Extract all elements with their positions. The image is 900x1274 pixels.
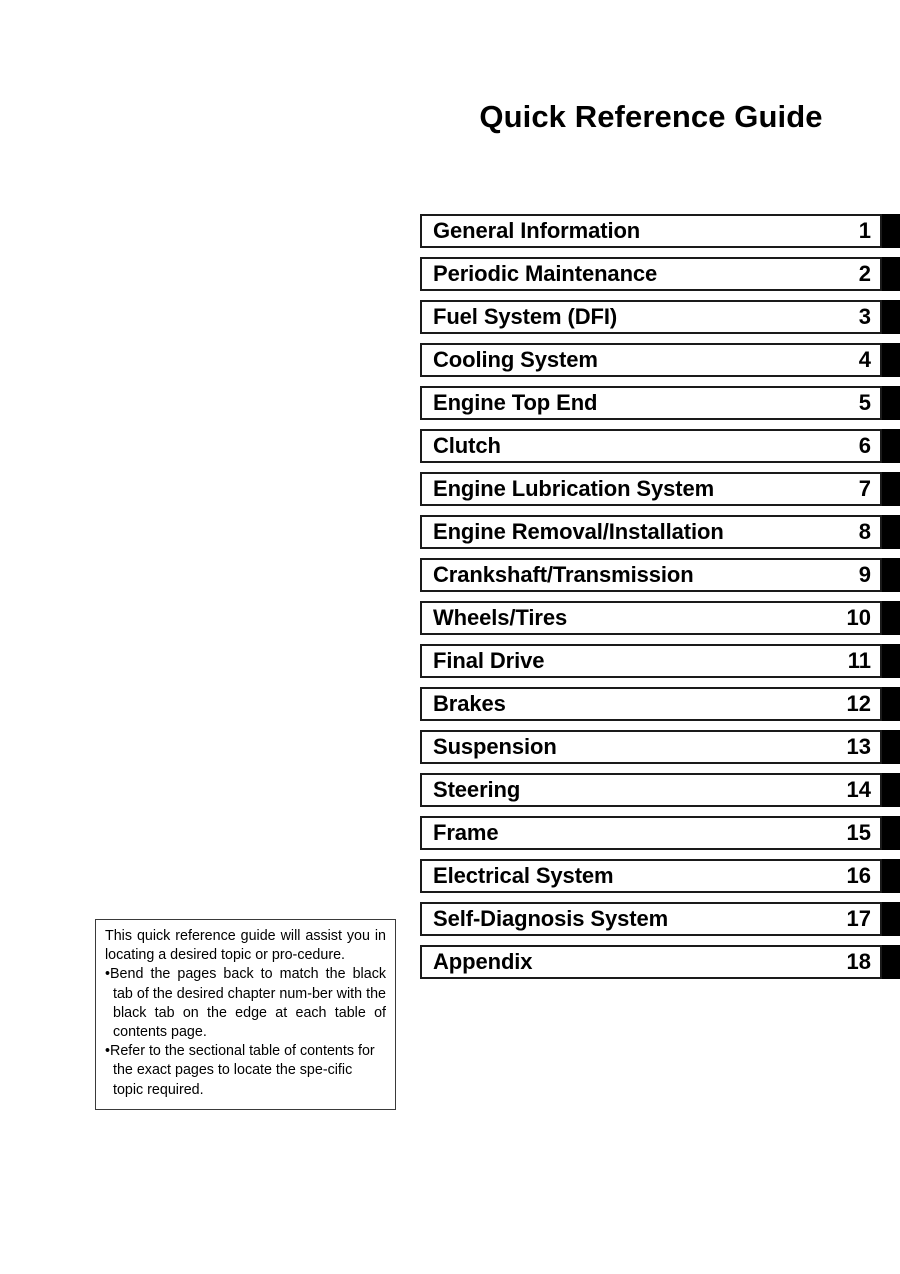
chapter-row[interactable]: Fuel System (DFI) 3 bbox=[420, 300, 900, 334]
chapter-entry[interactable]: Fuel System (DFI) 3 bbox=[420, 300, 882, 334]
chapter-entry[interactable]: Engine Top End 5 bbox=[420, 386, 882, 420]
chapter-row[interactable]: Cooling System 4 bbox=[420, 343, 900, 377]
note-bullet-text: Bend the pages back to match the black t… bbox=[110, 966, 386, 1041]
chapter-title: Clutch bbox=[433, 433, 501, 458]
chapter-row[interactable]: Clutch 6 bbox=[420, 429, 900, 463]
usage-note-box: This quick reference guide will assist y… bbox=[95, 919, 396, 1110]
chapter-title: Engine Lubrication System bbox=[433, 476, 715, 501]
chapter-black-tab bbox=[882, 644, 900, 678]
chapter-title: Brakes bbox=[433, 691, 506, 716]
chapter-number: 7 bbox=[858, 476, 871, 501]
chapter-black-tab bbox=[882, 257, 900, 291]
chapter-black-tab bbox=[882, 816, 900, 850]
chapter-title: Fuel System (DFI) bbox=[433, 304, 618, 329]
chapter-black-tab bbox=[882, 687, 900, 721]
chapter-black-tab bbox=[882, 515, 900, 549]
chapter-black-tab bbox=[882, 429, 900, 463]
chapter-entry[interactable]: Cooling System 4 bbox=[420, 343, 882, 377]
chapter-row[interactable]: Wheels/Tires 10 bbox=[420, 601, 900, 635]
chapter-row[interactable]: Suspension 13 bbox=[420, 730, 900, 764]
chapter-row[interactable]: Engine Lubrication System 7 bbox=[420, 472, 900, 506]
chapter-black-tab bbox=[882, 558, 900, 592]
chapter-number: 6 bbox=[858, 433, 871, 458]
chapter-row[interactable]: Final Drive 11 bbox=[420, 644, 900, 678]
chapter-black-tab bbox=[882, 945, 900, 979]
chapter-title: Engine Removal/Installation bbox=[433, 519, 724, 544]
note-bullet-text: Refer to the sectional table of contents… bbox=[110, 1043, 375, 1098]
chapter-entry[interactable]: Self-Diagnosis System 17 bbox=[420, 902, 882, 936]
chapter-entry[interactable]: Engine Lubrication System 7 bbox=[420, 472, 882, 506]
chapter-number: 4 bbox=[858, 347, 871, 372]
chapter-title: Crankshaft/Transmission bbox=[433, 562, 694, 587]
chapter-black-tab bbox=[882, 859, 900, 893]
chapter-number: 1 bbox=[858, 218, 871, 243]
chapter-entry[interactable]: Appendix 18 bbox=[420, 945, 882, 979]
chapter-entry[interactable]: Clutch 6 bbox=[420, 429, 882, 463]
note-bullet-item: •Bend the pages back to match the black … bbox=[105, 965, 386, 1042]
chapter-number: 11 bbox=[847, 648, 871, 673]
chapter-entry[interactable]: General Information 1 bbox=[420, 214, 882, 248]
chapter-row[interactable]: Crankshaft/Transmission 9 bbox=[420, 558, 900, 592]
chapter-black-tab bbox=[882, 386, 900, 420]
chapter-number: 2 bbox=[858, 261, 871, 286]
chapter-number: 14 bbox=[846, 777, 871, 802]
chapter-black-tab bbox=[882, 902, 900, 936]
chapter-title: Frame bbox=[433, 820, 499, 845]
chapter-black-tab bbox=[882, 300, 900, 334]
chapter-number: 5 bbox=[858, 390, 871, 415]
chapter-entry[interactable]: Wheels/Tires 10 bbox=[420, 601, 882, 635]
chapter-number: 13 bbox=[846, 734, 871, 759]
chapter-number: 15 bbox=[846, 820, 871, 845]
chapter-entry[interactable]: Brakes 12 bbox=[420, 687, 882, 721]
chapter-entry[interactable]: Steering 14 bbox=[420, 773, 882, 807]
chapter-number: 17 bbox=[846, 906, 871, 931]
chapter-entry[interactable]: Crankshaft/Transmission 9 bbox=[420, 558, 882, 592]
chapter-row[interactable]: General Information 1 bbox=[420, 214, 900, 248]
chapter-row[interactable]: Steering 14 bbox=[420, 773, 900, 807]
chapter-title: Engine Top End bbox=[433, 390, 598, 415]
chapter-row[interactable]: Electrical System 16 bbox=[420, 859, 900, 893]
chapter-entry[interactable]: Suspension 13 bbox=[420, 730, 882, 764]
chapter-title: Steering bbox=[433, 777, 521, 802]
chapter-title: Final Drive bbox=[433, 648, 545, 673]
note-bullet-item: •Refer to the sectional table of content… bbox=[105, 1042, 386, 1100]
chapter-entry[interactable]: Final Drive 11 bbox=[420, 644, 882, 678]
chapter-number: 18 bbox=[846, 949, 871, 974]
chapter-row[interactable]: Frame 15 bbox=[420, 816, 900, 850]
chapter-title: Electrical System bbox=[433, 863, 614, 888]
chapter-number: 10 bbox=[846, 605, 871, 630]
chapter-black-tab bbox=[882, 472, 900, 506]
note-intro-paragraph: This quick reference guide will assist y… bbox=[105, 928, 386, 964]
chapter-number: 9 bbox=[858, 562, 871, 587]
chapter-black-tab bbox=[882, 773, 900, 807]
chapter-number: 12 bbox=[846, 691, 871, 716]
chapter-title: Suspension bbox=[433, 734, 557, 759]
chapter-list: General Information 1 Periodic Maintenance… bbox=[420, 214, 900, 988]
chapter-row[interactable]: Self-Diagnosis System 17 bbox=[420, 902, 900, 936]
chapter-row[interactable]: Engine Removal/Installation 8 bbox=[420, 515, 900, 549]
chapter-title: General Information bbox=[433, 218, 641, 243]
chapter-number: 3 bbox=[858, 304, 871, 329]
chapter-entry[interactable]: Engine Removal/Installation 8 bbox=[420, 515, 882, 549]
chapter-title: Cooling System bbox=[433, 347, 598, 372]
chapter-title: Self-Diagnosis System bbox=[433, 906, 669, 931]
chapter-title: Wheels/Tires bbox=[433, 605, 568, 630]
chapter-title: Periodic Maintenance bbox=[433, 261, 658, 286]
chapter-row[interactable]: Appendix 18 bbox=[420, 945, 900, 979]
chapter-number: 16 bbox=[846, 863, 871, 888]
chapter-entry[interactable]: Electrical System 16 bbox=[420, 859, 882, 893]
chapter-black-tab bbox=[882, 730, 900, 764]
chapter-number: 8 bbox=[858, 519, 871, 544]
page-title: Quick Reference Guide bbox=[479, 99, 823, 134]
chapter-entry[interactable]: Periodic Maintenance 2 bbox=[420, 257, 882, 291]
chapter-row[interactable]: Engine Top End 5 bbox=[420, 386, 900, 420]
chapter-entry[interactable]: Frame 15 bbox=[420, 816, 882, 850]
chapter-row[interactable]: Periodic Maintenance 2 bbox=[420, 257, 900, 291]
chapter-row[interactable]: Brakes 12 bbox=[420, 687, 900, 721]
chapter-black-tab bbox=[882, 601, 900, 635]
chapter-black-tab bbox=[882, 214, 900, 248]
chapter-title: Appendix bbox=[433, 949, 533, 974]
chapter-black-tab bbox=[882, 343, 900, 377]
